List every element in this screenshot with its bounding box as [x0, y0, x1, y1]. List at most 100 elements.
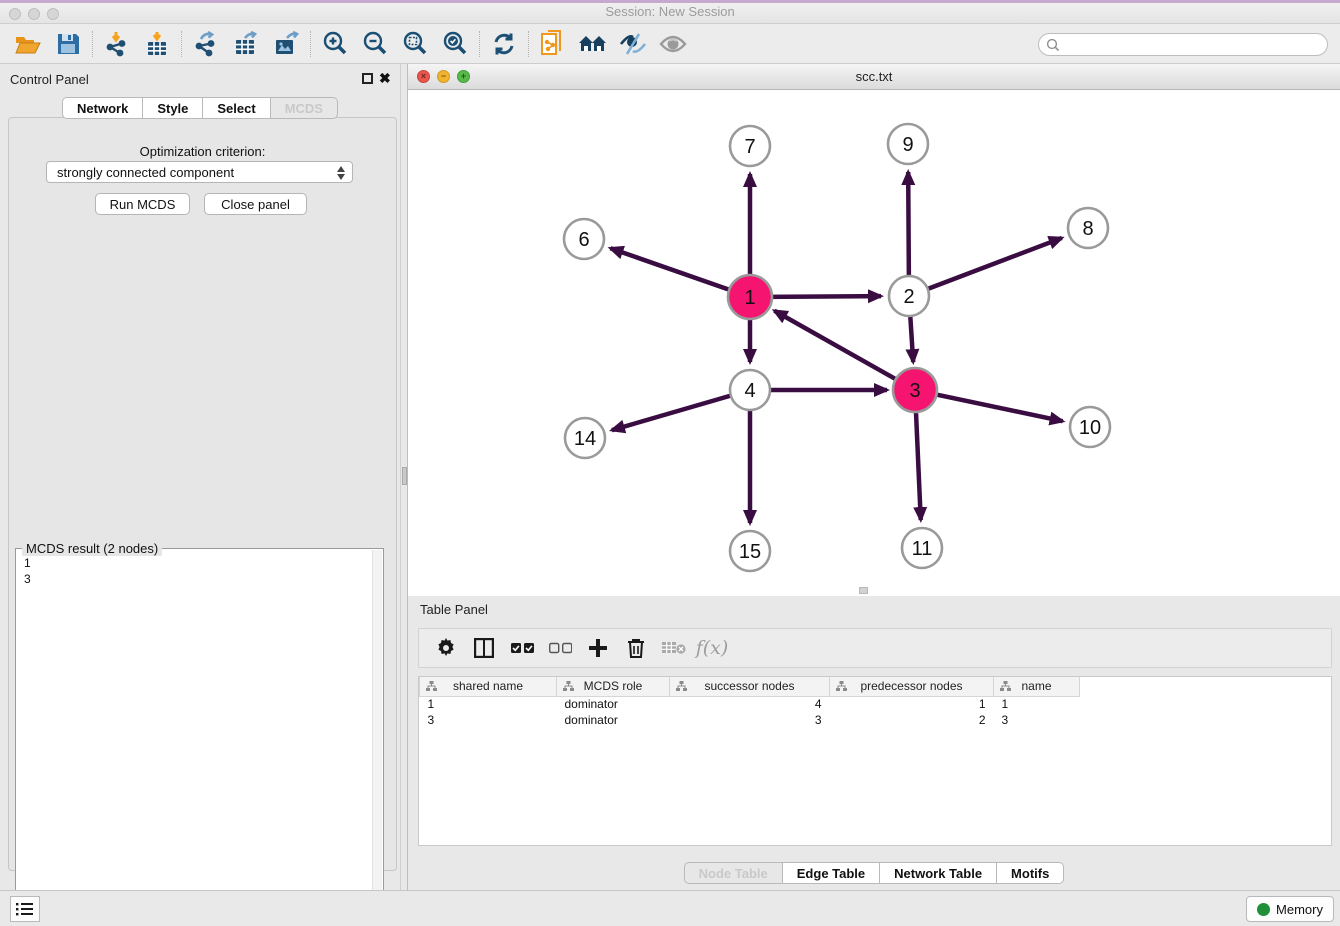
tab-edge-table[interactable]: Edge Table — [783, 862, 880, 884]
panel-splitter[interactable] — [400, 64, 408, 890]
control-panel-title: Control Panel — [10, 72, 89, 87]
main-toolbar — [0, 24, 1340, 64]
toggle-bird-eye-icon[interactable] — [653, 27, 693, 61]
table-panel-header: Table Panel ✖ — [408, 598, 1340, 620]
table-cell[interactable]: 3 — [994, 712, 1080, 728]
edge-4-14[interactable] — [612, 395, 734, 430]
export-table-icon[interactable] — [226, 27, 266, 61]
edge-2-9[interactable] — [908, 172, 909, 279]
table-cell[interactable]: 1 — [994, 696, 1080, 712]
delete-table-icon[interactable] — [655, 632, 693, 664]
column-header-name[interactable]: name — [994, 677, 1080, 696]
refresh-layout-icon[interactable] — [484, 27, 524, 61]
splitter-grip[interactable] — [402, 467, 407, 485]
function-builder-icon[interactable]: f(x) — [693, 632, 731, 664]
flatten-icon — [426, 681, 437, 695]
tab-network[interactable]: Network — [62, 97, 143, 119]
export-network-icon[interactable] — [186, 27, 226, 61]
canvas-scroll-grip[interactable] — [859, 587, 868, 594]
network-canvas[interactable]: 7968124314101511 — [408, 90, 1340, 596]
export-image-icon[interactable] — [266, 27, 306, 61]
table-settings-icon[interactable] — [427, 632, 465, 664]
edge-2-3[interactable] — [910, 313, 913, 362]
table-cell[interactable]: 4 — [670, 696, 830, 712]
tab-select[interactable]: Select — [203, 97, 270, 119]
app-window: Session: New Session — [0, 0, 1340, 926]
control-panel-tabs: NetworkStyleSelectMCDS — [0, 97, 400, 119]
zoom-fit-icon[interactable] — [395, 27, 435, 61]
select-all-rows-icon[interactable] — [503, 632, 541, 664]
table-cell[interactable]: 1 — [830, 696, 994, 712]
result-item: 1 — [24, 555, 31, 571]
tab-node-table[interactable]: Node Table — [684, 862, 783, 884]
table-tabs: Node TableEdge TableNetwork TableMotifs — [408, 862, 1340, 888]
node-label-11: 11 — [912, 538, 933, 560]
search-box[interactable] — [1038, 33, 1328, 56]
zoom-in-icon[interactable] — [315, 27, 355, 61]
edge-1-6[interactable] — [610, 248, 734, 291]
table-row[interactable]: 3dominator323 — [420, 712, 1080, 728]
table-cell[interactable]: dominator — [557, 712, 670, 728]
node-label-15: 15 — [739, 541, 761, 563]
node-label-1: 1 — [744, 287, 755, 309]
zoom-out-icon[interactable] — [355, 27, 395, 61]
column-header-successor-nodes[interactable]: successor nodes — [670, 677, 830, 696]
table-cell[interactable]: 1 — [420, 696, 557, 712]
mcds-result-list: 13 — [24, 555, 31, 587]
table-panel: Table Panel ✖ — [408, 596, 1340, 890]
dropdown-value: strongly connected component — [57, 165, 234, 180]
flatten-icon — [676, 681, 687, 695]
status-bar: Memory — [0, 890, 1340, 926]
network-window-titlebar: × − + scc.txt — [408, 64, 1340, 90]
column-layout-icon[interactable] — [465, 632, 503, 664]
result-item: 3 — [24, 571, 31, 587]
close-panel-icon[interactable]: ✖ — [379, 70, 391, 87]
table-cell[interactable]: dominator — [557, 696, 670, 712]
edge-1-2[interactable] — [767, 296, 881, 297]
column-header-predecessor-nodes[interactable]: predecessor nodes — [830, 677, 994, 696]
node-label-14: 14 — [574, 428, 596, 450]
tab-style[interactable]: Style — [143, 97, 203, 119]
memory-button[interactable]: Memory — [1246, 896, 1334, 922]
result-scrollbar[interactable] — [372, 550, 382, 922]
table-cell[interactable]: 2 — [830, 712, 994, 728]
table-row[interactable]: 1dominator411 — [420, 696, 1080, 712]
edge-3-11[interactable] — [916, 407, 921, 520]
tab-network-table[interactable]: Network Table — [880, 862, 997, 884]
node-table[interactable]: shared nameMCDS rolesuccessor nodesprede… — [418, 676, 1332, 846]
float-panel-icon[interactable] — [362, 73, 373, 84]
table-cell[interactable]: 3 — [420, 712, 557, 728]
edge-3-10[interactable] — [932, 394, 1063, 422]
app-titlebar: Session: New Session — [0, 0, 1340, 24]
node-label-8: 8 — [1082, 218, 1093, 240]
column-header-shared-name[interactable]: shared name — [420, 677, 557, 696]
show-hide-graphics-details-icon[interactable] — [613, 27, 653, 61]
clone-network-icon[interactable] — [533, 27, 573, 61]
add-column-icon[interactable] — [579, 632, 617, 664]
import-network-icon[interactable] — [97, 27, 137, 61]
node-label-4: 4 — [744, 380, 755, 402]
table-cell[interactable]: 3 — [670, 712, 830, 728]
search-input[interactable] — [1064, 38, 1314, 52]
task-history-button[interactable] — [10, 896, 40, 922]
edge-3-1[interactable] — [774, 311, 900, 382]
session-home-icon[interactable] — [573, 27, 613, 61]
close-panel-button[interactable]: Close panel — [204, 193, 307, 215]
tab-mcds[interactable]: MCDS — [271, 97, 338, 119]
import-table-icon[interactable] — [137, 27, 177, 61]
search-icon — [1046, 38, 1060, 52]
run-mcds-button[interactable]: Run MCDS — [95, 193, 190, 215]
flatten-icon — [563, 681, 574, 695]
tab-motifs[interactable]: Motifs — [997, 862, 1064, 884]
node-label-6: 6 — [578, 229, 589, 251]
column-header-MCDS-role[interactable]: MCDS role — [557, 677, 670, 696]
mcds-result-title: MCDS result (2 nodes) — [22, 541, 162, 556]
deselect-all-rows-icon[interactable] — [541, 632, 579, 664]
save-session-icon[interactable] — [48, 27, 88, 61]
open-folder-icon[interactable] — [8, 27, 48, 61]
edge-2-8[interactable] — [925, 238, 1062, 290]
titlebar-accent-strip — [0, 0, 1340, 3]
optimization-criterion-dropdown[interactable]: strongly connected component — [46, 161, 353, 183]
zoom-selected-icon[interactable] — [435, 27, 475, 61]
delete-columns-icon[interactable] — [617, 632, 655, 664]
